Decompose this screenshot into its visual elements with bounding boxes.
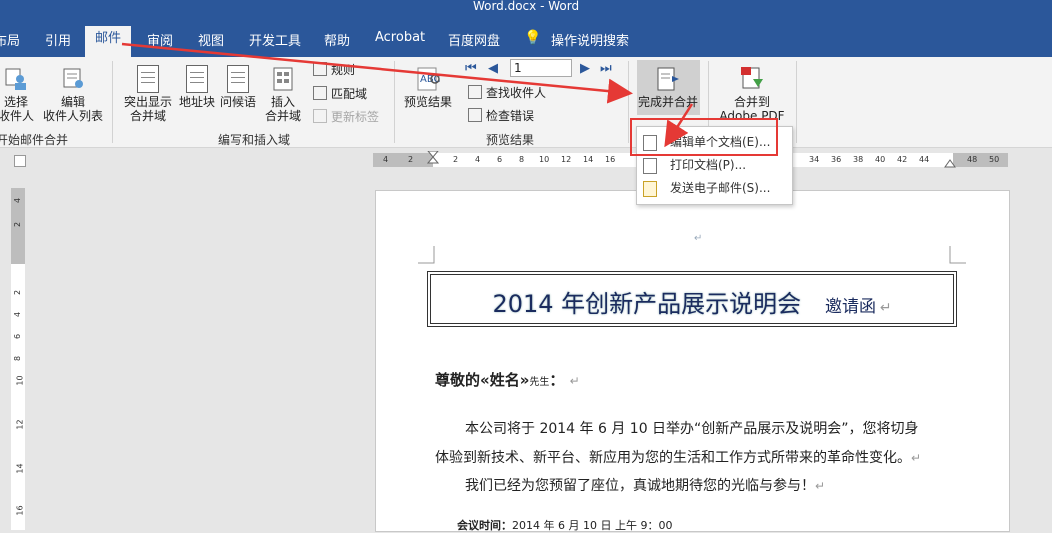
annotation-arrows [121,42,694,148]
